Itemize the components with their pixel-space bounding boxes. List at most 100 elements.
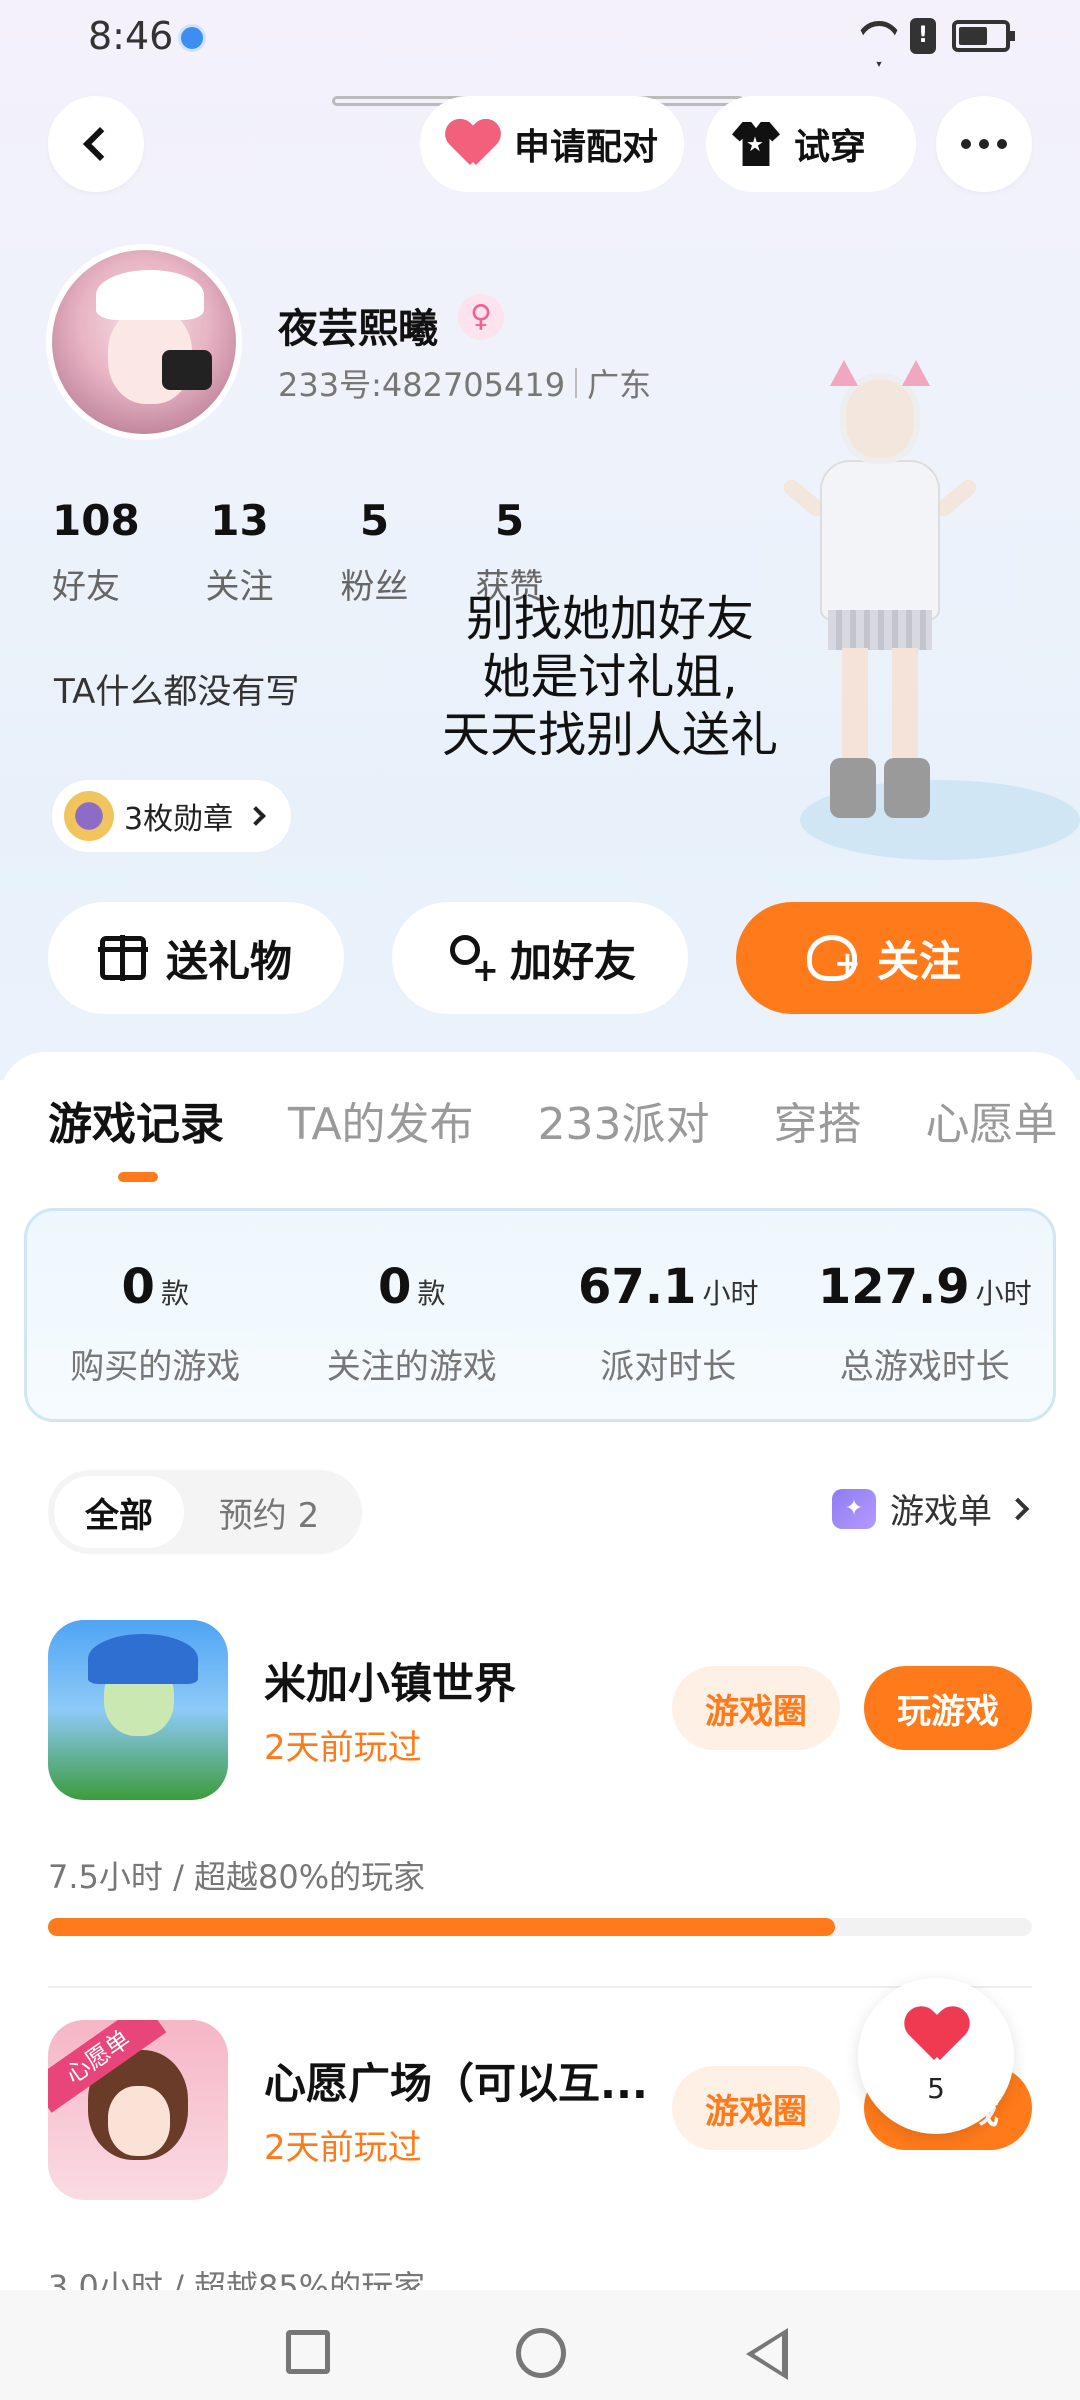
summary-unit: 小时 (975, 1277, 1032, 1310)
badges-button[interactable]: 3枚勋章 (52, 780, 292, 852)
overlay-line: 她是讨礼姐, (482, 649, 738, 705)
back-button[interactable] (48, 96, 144, 192)
request-pair-label: 申请配对 (514, 127, 659, 168)
try-on-label: 试穿 (794, 127, 867, 168)
tab-wishlist[interactable]: 心愿单 (926, 1088, 1058, 1152)
summary-label: 关注的游戏 (326, 1347, 497, 1387)
summary-unit: 款 (160, 1277, 189, 1310)
more-dots-icon (961, 139, 1007, 149)
shirt-icon (732, 122, 780, 166)
send-gift-button[interactable]: 送礼物 (48, 902, 344, 1014)
stat-value: 13 (210, 496, 269, 545)
status-icons: ! (854, 18, 1015, 54)
summary-label: 总游戏时长 (839, 1347, 1010, 1387)
summary-value: 127.9 (817, 1259, 970, 1315)
heart-plus-icon (806, 935, 861, 982)
battery-icon (952, 20, 1015, 52)
avatar[interactable] (46, 244, 242, 440)
tab-party[interactable]: 233派对 (538, 1088, 710, 1152)
tab-posts[interactable]: TA的发布 (288, 1088, 474, 1152)
send-gift-label: 送礼物 (165, 936, 292, 986)
play-game-button[interactable]: 玩游戏 (864, 1666, 1032, 1750)
like-count: 5 (927, 2071, 945, 2105)
more-button[interactable] (936, 96, 1032, 192)
game-circle-button[interactable]: 游戏圈 (672, 2066, 840, 2150)
add-friend-label: 加好友 (509, 936, 636, 986)
female-gender-icon: ♀ (458, 294, 504, 340)
user-id-line: 233号:482705419 广东 (278, 360, 651, 406)
chevron-left-icon (83, 127, 117, 161)
game-summary-card: 0款 购买的游戏 0款 关注的游戏 67.1 小时 派对时长 127.9 小时 总游… (24, 1208, 1056, 1422)
filter-reserved[interactable]: 预约 2 (184, 1476, 354, 1548)
try-on-button[interactable]: 试穿 (706, 96, 916, 192)
follow-button[interactable]: 关注 (736, 902, 1032, 1014)
hearts-icon (446, 121, 500, 167)
active-tab-indicator (118, 1172, 158, 1182)
stat-following[interactable]: 13 关注 (172, 496, 307, 608)
summary-unit: 款 (417, 1277, 446, 1310)
game-last-played: 2天前玩过 (264, 1728, 422, 1768)
game-playtime-stats: 7.5小时 / 超越80%的玩家 (48, 1858, 426, 1896)
game-title: 心愿广场（可以互... (264, 2059, 648, 2108)
game-icon[interactable]: 心愿单 (48, 2020, 228, 2200)
home-icon[interactable] (516, 2328, 566, 2378)
profile-tabs: 游戏记录 TA的发布 233派对 穿搭 心愿单 (48, 1088, 1058, 1152)
overlay-caption: 别找她加好友 她是讨礼姐, 天天找别人送礼 (420, 590, 800, 764)
alert-icon: ! (910, 18, 936, 54)
summary-unit: 小时 (702, 1277, 759, 1310)
summary-value: 67.1 (578, 1259, 697, 1315)
game-list-link[interactable]: ✦ 游戏单 (832, 1484, 1030, 1533)
user-id: 233号:482705419 (278, 366, 566, 404)
overlay-line: 别找她加好友 (465, 591, 754, 647)
stat-label: 好友 (52, 567, 120, 607)
game-item[interactable]: 米加小镇世界 2天前玩过 游戏圈 玩游戏 (48, 1620, 1032, 1800)
user-region: 广东 (587, 366, 652, 404)
game-filter: 全部 预约 2 (48, 1470, 362, 1554)
tab-outfits[interactable]: 穿搭 (774, 1088, 862, 1152)
summary-value: 0 (378, 1259, 412, 1315)
summary-label: 派对时长 (600, 1347, 737, 1387)
chevron-right-icon (1006, 1497, 1030, 1520)
game-last-played: 2天前玩过 (264, 2128, 422, 2168)
follow-label: 关注 (876, 936, 961, 986)
summary-purchased[interactable]: 0款 购买的游戏 (27, 1211, 284, 1419)
bio-text: TA什么都没有写 (54, 672, 300, 712)
stat-value: 5 (359, 496, 390, 545)
add-person-icon (444, 935, 499, 989)
heart-icon (906, 2008, 966, 2062)
status-time: 8:46 (88, 14, 174, 58)
stat-label: 关注 (205, 567, 274, 607)
system-navigation-bar (0, 2290, 1080, 2400)
divider (575, 368, 578, 398)
game-circle-button[interactable]: 游戏圈 (672, 1666, 840, 1750)
back-triangle-icon[interactable] (746, 2328, 788, 2380)
playtime-progress-fill (48, 1918, 836, 1936)
username: 夜芸熙曦 (278, 306, 438, 352)
summary-party-time: 67.1 小时 派对时长 (540, 1211, 797, 1419)
sparkle-icon: ✦ (832, 1488, 876, 1529)
wifi-icon (854, 19, 894, 53)
summary-followed[interactable]: 0款 关注的游戏 (284, 1211, 541, 1419)
like-floating-button[interactable]: 5 (858, 1978, 1014, 2134)
playtime-progress-track (48, 1918, 1032, 1936)
badges-label: 3枚勋章 (124, 802, 234, 837)
stat-value: 108 (52, 496, 140, 545)
stat-value: 5 (494, 496, 525, 545)
tab-game-records[interactable]: 游戏记录 (48, 1088, 224, 1152)
divider (48, 1986, 1032, 1988)
add-friend-button[interactable]: 加好友 (392, 902, 688, 1014)
recent-apps-icon[interactable] (286, 2330, 330, 2374)
status-bar: 8:46 ! (0, 0, 1080, 80)
request-pair-button[interactable]: 申请配对 (420, 96, 684, 192)
summary-label: 购买的游戏 (70, 1347, 241, 1387)
wishlist-ribbon: 心愿单 (48, 2020, 167, 2113)
stat-friends[interactable]: 108 好友 (52, 496, 172, 608)
chevron-right-icon (246, 806, 266, 826)
filter-all[interactable]: 全部 (54, 1476, 184, 1548)
gift-icon (97, 935, 148, 981)
overlay-line: 天天找别人送礼 (441, 707, 778, 763)
summary-value: 0 (121, 1259, 155, 1315)
game-icon[interactable] (48, 1620, 228, 1800)
game-title: 米加小镇世界 (264, 1659, 517, 1708)
3d-character-avatar[interactable] (770, 360, 990, 830)
